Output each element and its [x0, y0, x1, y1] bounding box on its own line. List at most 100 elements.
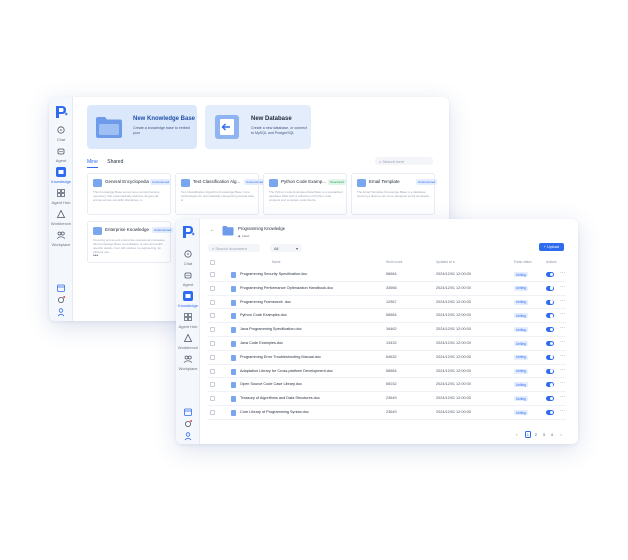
document-name[interactable]: Programming Performance Optimization Han…	[240, 286, 333, 290]
sidebar-item-agent-hub[interactable]: Agent Hub	[176, 312, 200, 329]
enable-toggle[interactable]	[546, 368, 554, 374]
upload-button[interactable]: + Upload	[538, 243, 564, 251]
enable-toggle[interactable]	[546, 285, 554, 291]
enable-toggle[interactable]	[546, 341, 554, 346]
sidebar-item-workbench[interactable]: Workbench	[176, 333, 200, 350]
document-search-input[interactable]: ⌕ Search document	[208, 244, 260, 252]
document-name[interactable]: Adaptation Library for Cross-platform De…	[240, 369, 333, 373]
table-row[interactable]: Java Code Examples.doc 13432 2024/12/01 12…	[208, 337, 566, 351]
calendar-icon[interactable]	[176, 407, 200, 419]
enable-toggle[interactable]	[546, 382, 554, 388]
table-row[interactable]: Java Programming Specification.doc 16462 2…	[208, 323, 566, 337]
page-2-button[interactable]: 2	[533, 432, 539, 437]
row-checkbox[interactable]	[210, 327, 215, 333]
more-icon[interactable]: •••	[93, 253, 98, 259]
row-checkbox[interactable]	[210, 313, 215, 319]
row-checkbox[interactable]	[210, 285, 215, 291]
status-filter-select[interactable]: All ▾	[270, 244, 302, 252]
enable-toggle[interactable]	[546, 313, 554, 319]
knowledge-search-input[interactable]: ⌕ Search here	[375, 157, 433, 165]
document-name[interactable]: Programming Framework .doc	[240, 300, 291, 304]
enable-toggle[interactable]	[546, 272, 554, 277]
enable-toggle[interactable]	[546, 410, 554, 415]
card-description: This Knowledge Base serves as a comprehe…	[93, 191, 160, 202]
row-checkbox[interactable]	[210, 410, 215, 415]
row-checkbox[interactable]	[210, 396, 215, 402]
table-row[interactable]: Programming Error Troubleshooting Manual…	[208, 351, 566, 365]
document-name[interactable]: Java Programming Specification.doc	[240, 327, 302, 331]
knowledge-card[interactable]: General Encyclopedia ... Unstructured This…	[87, 173, 172, 215]
more-actions-icon[interactable]: ···	[560, 353, 565, 359]
prev-page-icon[interactable]: ‹	[514, 432, 520, 437]
sidebar-item-label: Knowledge	[51, 179, 71, 184]
new-database-banner[interactable]: New Database Create a new database, or c…	[205, 105, 311, 149]
sidebar-item-agent[interactable]: Agent	[49, 146, 73, 163]
more-actions-icon[interactable]: ···	[560, 284, 565, 290]
more-actions-icon[interactable]: ···	[560, 298, 565, 304]
table-row[interactable]: Python Code Examples.doc 56684 2024/12/01 …	[208, 309, 566, 324]
sidebar-item-agent[interactable]: Agent	[176, 270, 200, 287]
table-row[interactable]: Adaptation Library for Cross-platform De…	[208, 365, 566, 379]
knowledge-card[interactable]: Enterprise Knowledge Unstructured Covering…	[87, 221, 174, 263]
row-checkbox[interactable]	[210, 272, 215, 277]
more-actions-icon[interactable]: ···	[560, 325, 565, 331]
more-actions-icon[interactable]: ···	[560, 339, 565, 345]
enable-toggle[interactable]	[546, 396, 554, 402]
settings-icon[interactable]	[176, 419, 200, 431]
more-actions-icon[interactable]: ···	[560, 408, 565, 414]
page-1-button[interactable]: 1	[524, 431, 531, 438]
knowledge-card[interactable]: Text Classification Alg... Unstructured Te…	[175, 173, 266, 215]
table-row[interactable]: Programming Security Specification.doc 56…	[208, 268, 566, 282]
document-name[interactable]: Treasury of Algorithms and Data Structur…	[240, 396, 320, 400]
tab-shared[interactable]: Shared	[107, 159, 123, 167]
enable-toggle[interactable]	[546, 327, 554, 333]
user-icon[interactable]	[176, 431, 200, 443]
document-name[interactable]: Programming Error Troubleshooting Manual…	[240, 355, 321, 359]
table-row[interactable]: Treasury of Algorithms and Data Structur…	[208, 392, 566, 406]
knowledge-card[interactable]: Python Code Examp... Structured The Python…	[263, 173, 347, 215]
row-checkbox[interactable]	[210, 368, 215, 374]
col-updated-at[interactable]: Updated at ⇅	[436, 260, 455, 264]
page-4-button[interactable]: 4	[549, 432, 555, 437]
document-name[interactable]: Java Code Examples.doc	[240, 341, 283, 345]
back-arrow-icon[interactable]: ←	[210, 227, 215, 233]
knowledge-card[interactable]: Email Template Unstructured The Email Temp…	[351, 173, 438, 215]
parse-status-badge: Uniting	[514, 327, 528, 333]
table-row[interactable]: Core Library of Programming Syntax.doc 23…	[208, 406, 566, 420]
document-name[interactable]: Open Source Code Case Library.doc	[240, 382, 302, 386]
document-name[interactable]: Python Code Examples.doc	[240, 313, 287, 317]
table-row[interactable]: Programming Performance Optimization Han…	[208, 282, 566, 296]
row-checkbox[interactable]	[210, 354, 215, 360]
enable-toggle[interactable]	[546, 299, 554, 305]
calendar-icon[interactable]	[49, 283, 73, 295]
document-name[interactable]: Core Library of Programming Syntax.doc	[240, 410, 309, 414]
user-icon[interactable]	[49, 307, 73, 319]
settings-icon[interactable]	[49, 295, 73, 307]
table-row[interactable]: Programming Framework .doc 12567 2024/12/0…	[208, 296, 566, 310]
sidebar-item-knowledge[interactable]: Knowledge	[176, 291, 200, 308]
row-checkbox[interactable]	[210, 382, 215, 388]
sidebar-item-workbench[interactable]: Workbench	[49, 209, 73, 226]
sidebar-item-knowledge[interactable]: Knowledge	[49, 167, 73, 184]
more-actions-icon[interactable]: ···	[560, 394, 565, 400]
new-knowledge-base-banner[interactable]: New Knowledge Base Create a knowledge ba…	[87, 105, 197, 149]
sidebar-item-agent-hub[interactable]: Agent Hub	[49, 188, 73, 205]
page-3-button[interactable]: 3	[541, 432, 547, 437]
table-row[interactable]: Open Source Code Case Library.doc 65032 20…	[208, 378, 566, 393]
more-actions-icon[interactable]: ···	[560, 311, 565, 317]
sidebar-item-workplace[interactable]: Workplace	[49, 230, 73, 247]
sidebar-item-chat[interactable]: Chat	[176, 249, 200, 266]
sidebar-item-workplace[interactable]: Workplace	[176, 354, 200, 371]
updated-at: 2024/12/01 12:00:00	[436, 354, 471, 359]
select-all-checkbox[interactable]	[210, 260, 215, 265]
document-name[interactable]: Programming Security Specification.doc	[240, 272, 307, 276]
more-actions-icon[interactable]: ···	[560, 380, 565, 386]
tab-mine[interactable]: Mine	[87, 159, 98, 168]
row-checkbox[interactable]	[210, 299, 215, 305]
row-checkbox[interactable]	[210, 341, 215, 346]
more-actions-icon[interactable]: ···	[560, 270, 565, 276]
enable-toggle[interactable]	[546, 354, 554, 360]
next-page-icon[interactable]: ›	[558, 432, 564, 437]
sidebar-item-chat[interactable]: Chat	[49, 125, 73, 142]
more-actions-icon[interactable]: ···	[560, 367, 565, 373]
